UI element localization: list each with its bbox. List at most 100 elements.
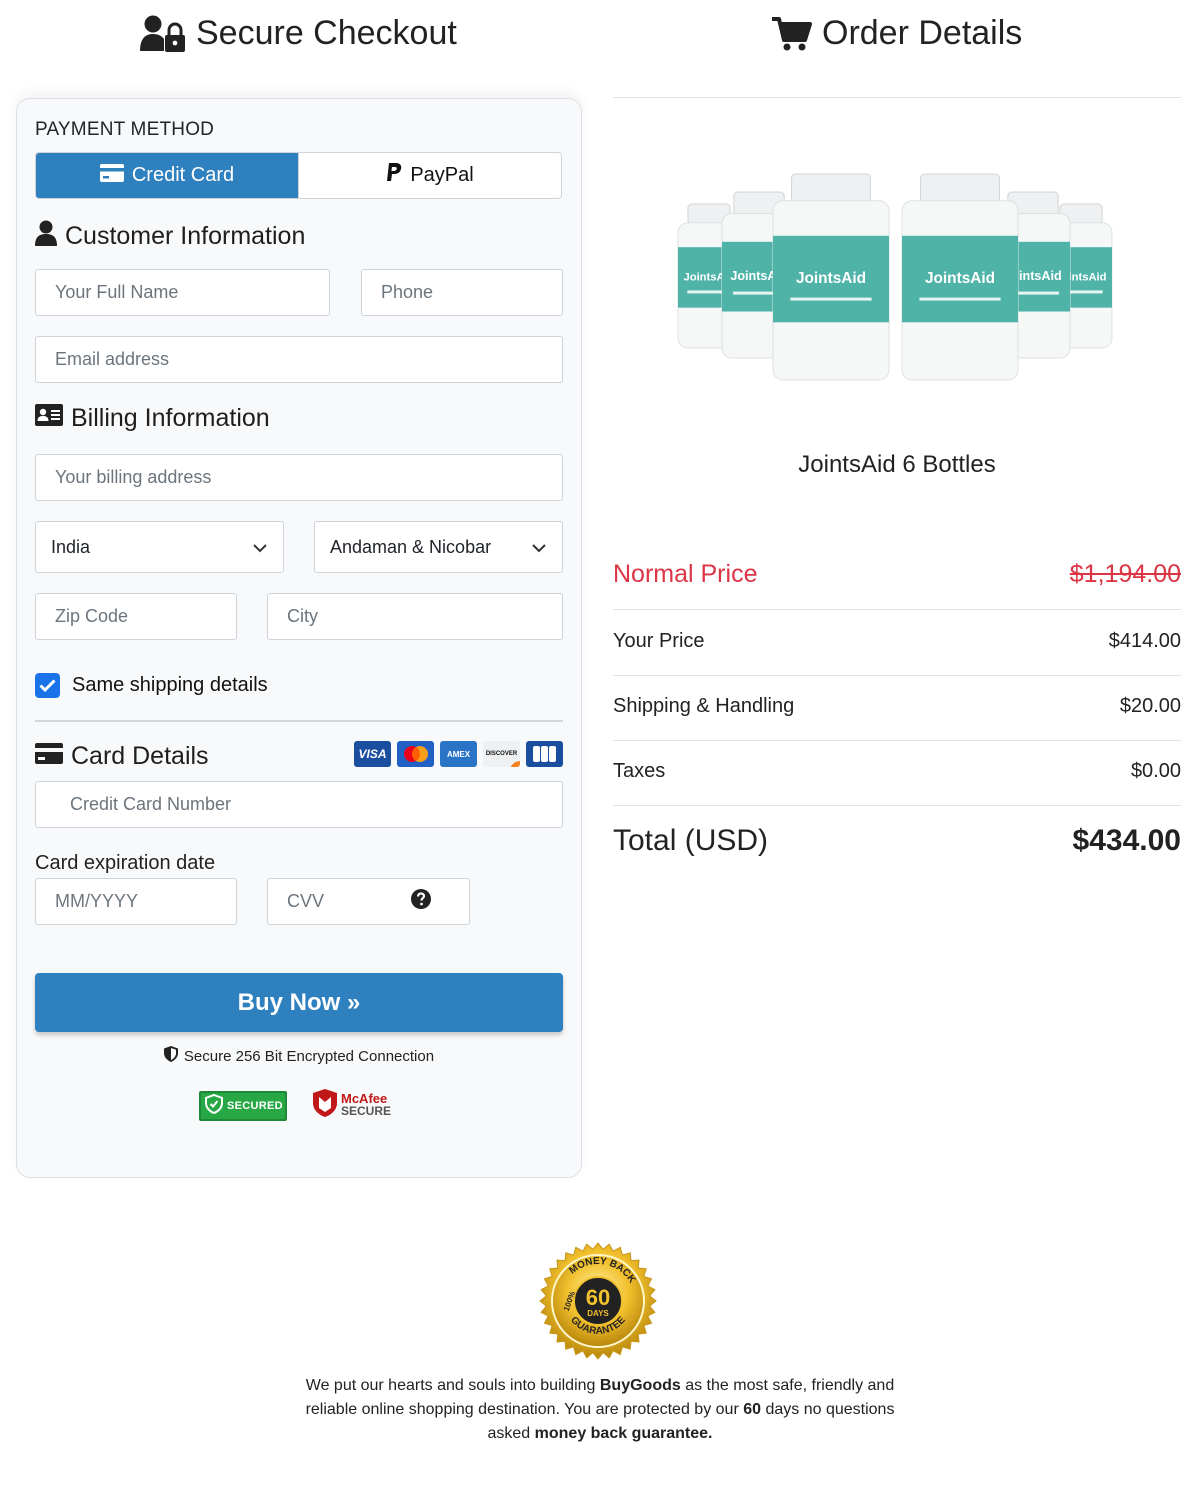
state-value: Andaman & Nicobar (330, 536, 492, 557)
discover-card-icon: DISCOVER (483, 741, 520, 767)
city-placeholder: City (287, 606, 318, 626)
mastercard-icon (397, 741, 434, 767)
question-circle-icon[interactable] (411, 889, 431, 914)
buy-now-button[interactable]: Buy Now » (35, 973, 563, 1032)
bottle-illustration: JointsAid (772, 173, 890, 381)
bottle-illustration: JointsAid (901, 173, 1019, 381)
shipping-label: Shipping & Handling (613, 695, 795, 717)
mcafee-shield-icon (312, 1088, 338, 1123)
cvv-input[interactable]: CVV (267, 878, 470, 925)
visa-card-label: VISA (358, 747, 387, 761)
shield-icon (163, 1046, 178, 1066)
country-select[interactable]: India (35, 521, 284, 573)
full-name-placeholder: Your Full Name (55, 282, 179, 302)
zip-code-input[interactable]: Zip Code (35, 593, 237, 640)
paypal-tab-label: PayPal (410, 164, 474, 186)
total-label: Total (USD) (613, 824, 769, 857)
paypal-tab[interactable]: PayPal (298, 153, 561, 198)
bottle-brand-label: JointsAid (925, 270, 995, 287)
guarantee-text: We put our hearts and souls into buildin… (290, 1374, 910, 1446)
credit-card-tab[interactable]: Credit Card (36, 153, 298, 198)
guarantee-days: 60 (743, 1401, 762, 1418)
price-divider (613, 675, 1181, 676)
money-back-guarantee-seal: MONEY BACK GUARANTEE 100% 60 DAYS (539, 1242, 657, 1360)
order-details-divider (613, 97, 1181, 98)
your-price-label: Your Price (613, 630, 705, 652)
city-input[interactable]: City (267, 593, 563, 640)
discover-card-label: DISCOVER (485, 751, 518, 757)
mcafee-secure-label: SECURE (341, 1104, 392, 1118)
shopping-cart-icon (772, 16, 812, 52)
shipping-row: Shipping & Handling $20.00 (613, 695, 1181, 718)
shipping-value: $20.00 (1119, 695, 1181, 717)
card-details-heading: Card Details (35, 742, 209, 771)
card-details-title: Card Details (71, 742, 209, 770)
credit-card-tab-label: Credit Card (131, 164, 235, 186)
taxes-value: $0.00 (1130, 760, 1181, 782)
payment-method-label: PAYMENT METHOD (35, 119, 215, 140)
product-image: JointsAid JointsAid JointsAid JointsAid Join… (670, 168, 1130, 388)
credit-card-icon (35, 742, 63, 771)
trustguard-label: SECURED (227, 1100, 283, 1112)
accepted-cards: VISA AMEX DISCOVER (354, 741, 563, 767)
guarantee-text-part-1: We put our hearts and souls into buildin… (305, 1377, 600, 1394)
paypal-icon (386, 163, 402, 188)
same-shipping-label[interactable]: Same shipping details (72, 674, 268, 697)
price-divider (613, 740, 1181, 741)
shield-check-icon (205, 1093, 223, 1119)
mcafee-secure-badge: McAfee SECURE (312, 1088, 402, 1123)
phone-placeholder: Phone (381, 282, 434, 302)
order-details-heading: Order Details (772, 14, 1022, 53)
seal-days-number: 60 (586, 1285, 610, 1310)
seal-days-label: DAYS (587, 1309, 609, 1318)
same-shipping-row: Same shipping details (35, 673, 268, 698)
your-price-row: Your Price $414.00 (613, 630, 1181, 653)
bottle-brand-label: JointsAid (796, 270, 866, 287)
payment-method-toggle: Credit Card PayPal (35, 152, 562, 199)
billing-information-title: Billing Information (71, 404, 270, 432)
country-value: India (51, 536, 91, 557)
email-input[interactable]: Email address (35, 336, 563, 383)
full-name-input[interactable]: Your Full Name (35, 269, 330, 316)
billing-address-placeholder: Your billing address (55, 467, 212, 487)
customer-information-heading: Customer Information (35, 220, 305, 253)
price-divider (613, 609, 1181, 610)
secure-connection-note: Secure 256 Bit Encrypted Connection (0, 1046, 598, 1066)
total-row: Total (USD) $434.00 (613, 824, 1181, 858)
expiration-placeholder: MM/YYYY (55, 891, 139, 911)
amex-card-label: AMEX (446, 749, 471, 759)
billing-information-heading: Billing Information (35, 404, 270, 433)
product-name: JointsAid 6 Bottles (798, 451, 996, 478)
normal-price-row: Normal Price $1,194.00 (613, 560, 1181, 589)
customer-information-title: Customer Information (65, 222, 306, 250)
normal-price-value: $1,194.00 (1069, 560, 1181, 588)
visa-card-icon: VISA (354, 741, 391, 767)
total-value: $434.00 (1072, 824, 1181, 857)
same-shipping-checkbox[interactable] (35, 673, 60, 698)
chevron-down-icon (532, 537, 546, 558)
guarantee-brand: BuyGoods (599, 1377, 681, 1394)
secure-connection-text: Secure 256 Bit Encrypted Connection (183, 1047, 435, 1065)
page-title: Secure Checkout (196, 14, 457, 52)
card-number-input[interactable]: Credit Card Number (35, 781, 563, 828)
credit-card-icon (99, 163, 124, 188)
trustguard-secured-badge: SECURED (199, 1091, 287, 1121)
expiration-input[interactable]: MM/YYYY (35, 878, 237, 925)
zip-code-placeholder: Zip Code (55, 606, 129, 626)
card-expiration-label: Card expiration date (35, 852, 216, 874)
chevron-down-icon (253, 537, 267, 558)
phone-input[interactable]: Phone (361, 269, 563, 316)
jcb-card-icon (526, 741, 563, 767)
billing-address-input[interactable]: Your billing address (35, 454, 563, 501)
address-card-icon (35, 404, 63, 433)
order-details-title: Order Details (822, 14, 1023, 52)
price-divider (613, 805, 1181, 806)
section-divider (35, 720, 563, 722)
user-lock-icon (140, 15, 186, 53)
guarantee-emphasis: money back guarantee. (534, 1425, 713, 1442)
state-select[interactable]: Andaman & Nicobar (314, 521, 563, 573)
email-placeholder: Email address (55, 349, 170, 369)
user-icon (35, 220, 57, 253)
card-number-placeholder: Credit Card Number (70, 794, 232, 814)
cvv-placeholder: CVV (287, 891, 325, 911)
